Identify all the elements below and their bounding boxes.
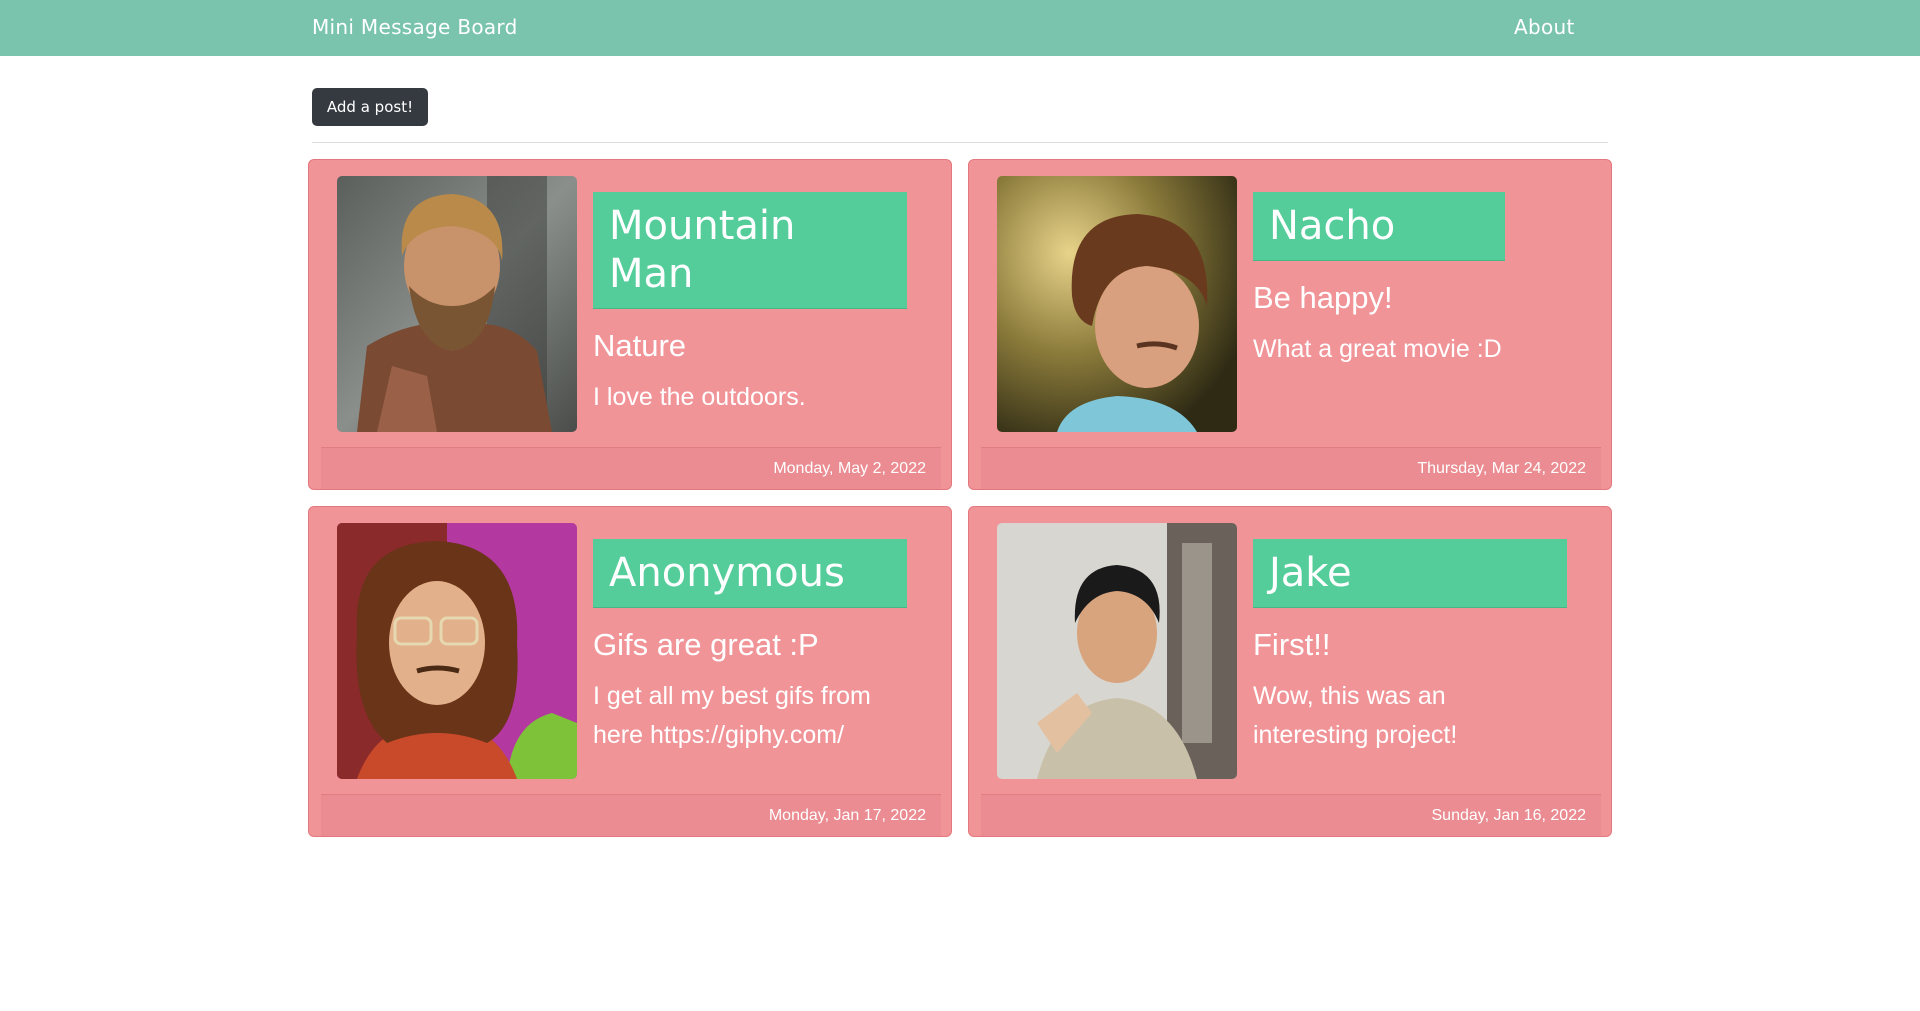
card-footer: Monday, May 2, 2022 bbox=[321, 447, 941, 489]
post-author-text: Anonymous bbox=[609, 550, 845, 596]
post-body: What a great movie :D bbox=[1253, 335, 1502, 363]
card-footer: Thursday, Mar 24, 2022 bbox=[981, 447, 1601, 489]
post-body: Wow, this was an interesting project! bbox=[1253, 682, 1458, 749]
post-date: Monday, Jan 17, 2022 bbox=[768, 807, 926, 824]
post-date: Thursday, Mar 24, 2022 bbox=[1417, 460, 1586, 477]
add-post-button[interactable]: Add a post! bbox=[312, 88, 428, 126]
post-body: I get all my best gifs from here https:/… bbox=[593, 682, 871, 749]
post-author-text: Nacho bbox=[1269, 203, 1396, 249]
divider bbox=[312, 142, 1608, 143]
post-card: Nacho Be happy! What a great movie :D Th… bbox=[968, 159, 1612, 490]
about-link[interactable]: About bbox=[1514, 15, 1575, 39]
post-card: Mountain Man Nature I love the outdoors.… bbox=[308, 159, 952, 490]
post-subject: Be happy! bbox=[1253, 280, 1393, 315]
post-subject: Gifs are great :P bbox=[593, 627, 819, 662]
bearded-man-photo bbox=[337, 176, 577, 432]
post-date: Sunday, Jan 16, 2022 bbox=[1431, 807, 1587, 824]
post-author-text: Mountain Man bbox=[609, 203, 796, 297]
card-footer: Sunday, Jan 16, 2022 bbox=[981, 794, 1601, 836]
glasses-man-photo bbox=[337, 523, 577, 779]
post-author: Jake bbox=[1253, 539, 1567, 608]
post-author-text: Jake bbox=[1269, 550, 1352, 596]
brand-link[interactable]: Mini Message Board bbox=[312, 15, 518, 39]
post-author: Anonymous bbox=[593, 539, 907, 608]
post-date: Monday, May 2, 2022 bbox=[773, 460, 926, 477]
post-body: I love the outdoors. bbox=[593, 383, 806, 411]
post-subject: Nature bbox=[593, 328, 687, 363]
smoking-man-photo bbox=[997, 523, 1237, 779]
post-card: Jake First!! Wow, this was an interestin… bbox=[968, 506, 1612, 837]
post-author: Nacho bbox=[1253, 192, 1505, 261]
post-card: Anonymous Gifs are great :P I get all my… bbox=[308, 506, 952, 837]
curly-hair-man-photo bbox=[997, 176, 1237, 432]
card-footer: Monday, Jan 17, 2022 bbox=[321, 794, 941, 836]
navbar: Mini Message Board About bbox=[0, 0, 1920, 56]
post-author: Mountain Man bbox=[593, 192, 907, 309]
post-subject: First!! bbox=[1253, 627, 1331, 662]
